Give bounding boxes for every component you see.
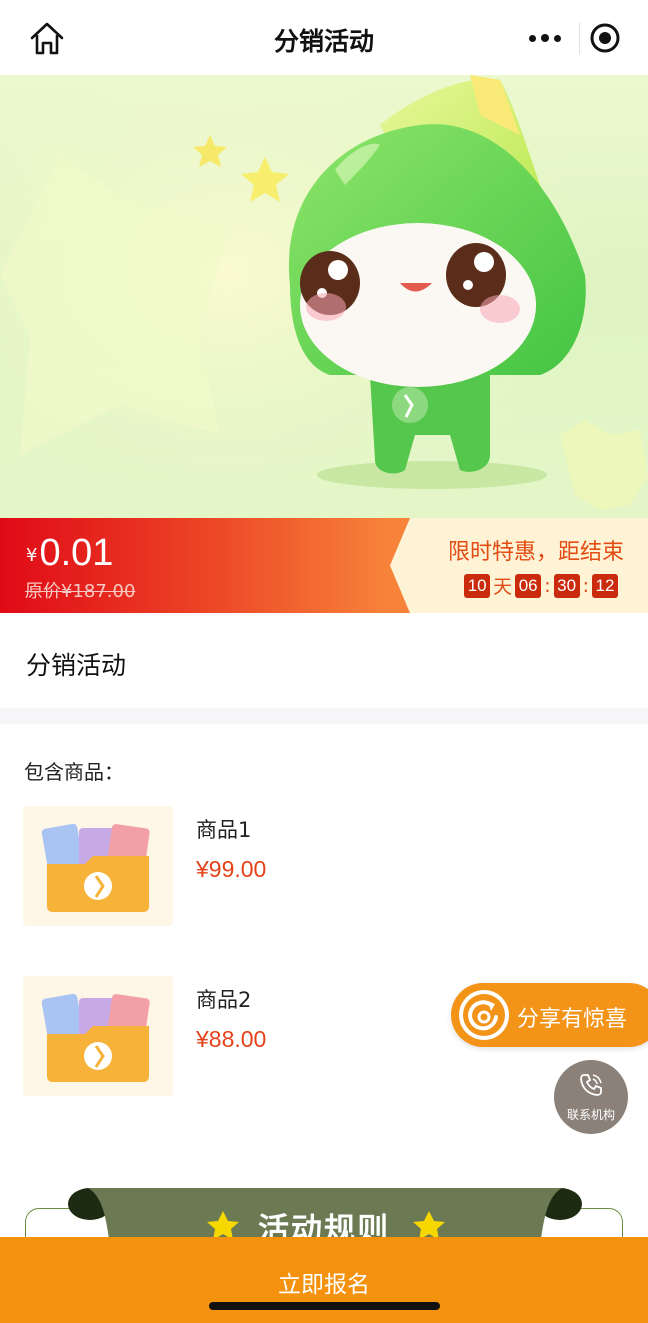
target-circle-icon[interactable] — [588, 21, 622, 55]
share-button[interactable]: 分享有惊喜 — [451, 983, 648, 1047]
countdown-hours: 06 — [515, 573, 542, 598]
capsule-divider — [579, 22, 580, 54]
countdown-seconds: 12 — [592, 573, 618, 598]
countdown-sep: : — [544, 574, 551, 597]
hero-banner — [0, 75, 648, 518]
products-heading: 包含商品： — [24, 760, 124, 784]
countdown-timer: 10 天 06 : 30 : 12 — [464, 572, 618, 599]
activity-title-section: 分销活动 — [0, 613, 648, 708]
promo-text: 限时特惠，距结束 — [447, 540, 624, 565]
product-name: 商品2 — [196, 988, 252, 1012]
home-indicator — [209, 1302, 440, 1310]
share-label: 分享有惊喜 — [517, 1007, 628, 1032]
original-price: 原价¥187.00 — [25, 581, 136, 602]
folder-cards-icon — [41, 823, 150, 912]
countdown-days: 10 — [464, 573, 491, 598]
more-dots-icon[interactable] — [516, 16, 574, 60]
contact-button[interactable]: 联系机构 — [554, 1060, 628, 1134]
countdown-minutes: 30 — [553, 573, 580, 598]
activity-title: 分销活动 — [26, 651, 127, 680]
section-divider — [0, 708, 648, 724]
mascot-illustration — [0, 75, 648, 518]
product-price: ¥88.00 — [196, 1026, 267, 1052]
signup-button[interactable]: 立即报名 — [0, 1237, 648, 1323]
price-banner: ¥0.01 原价¥187.00 限时特惠，距结束 10 天 06 : 30 : … — [0, 518, 648, 613]
product-thumbnail — [23, 806, 173, 926]
mini-program-capsule — [516, 16, 634, 60]
countdown-day-unit: 天 — [493, 576, 513, 598]
nav-bar: 分销活动 — [0, 0, 648, 75]
product-price: ¥99.00 — [196, 856, 267, 882]
signup-label: 立即报名 — [278, 1272, 370, 1298]
folder-cards-icon — [41, 993, 150, 1082]
product-thumbnail — [23, 976, 173, 1096]
product-name: 商品1 — [196, 818, 252, 842]
share-refresh-icon — [459, 990, 509, 1040]
countdown-sep: : — [582, 574, 589, 597]
phone-icon — [580, 1074, 602, 1096]
contact-label: 联系机构 — [566, 1108, 615, 1122]
product-item[interactable]: 商品1 ¥99.00 — [23, 806, 623, 926]
current-price: ¥0.01 — [26, 532, 114, 574]
